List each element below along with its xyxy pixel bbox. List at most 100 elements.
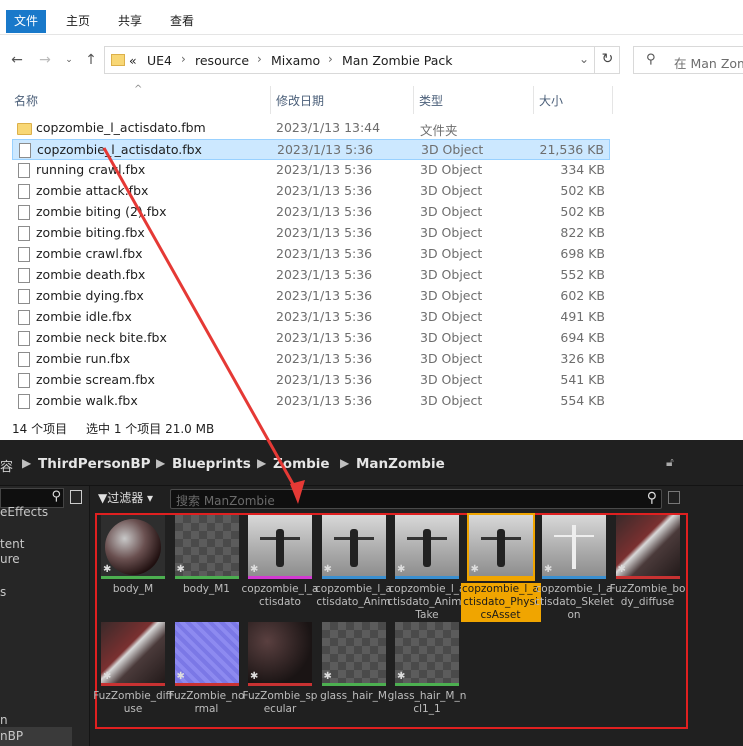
source-folder-item[interactable]: eEffects [0,505,48,519]
chevron-right-icon: › [328,52,333,66]
address-crumb-0[interactable]: « [129,53,137,68]
chevron-right-icon[interactable]: ▶ [340,456,349,470]
asset-star-icon: ✱ [176,564,185,575]
file-row[interactable]: zombie death.fbx 2023/1/13 5:36 3D Object 5… [12,265,610,286]
file-date: 2023/1/13 5:36 [276,246,373,261]
file-size: 326 KB [560,351,605,366]
address-dropdown-icon[interactable]: ⌄ [579,52,589,66]
file-size: 698 KB [560,246,605,261]
asset-search-input[interactable]: 搜索 ManZombie ⚲ [170,489,662,509]
lock-icon[interactable]: 🔓︎ [666,455,680,469]
ue-crumb-0[interactable]: ThirdPersonBP [38,456,151,472]
file-icon [18,289,30,304]
save-search-icon[interactable] [668,491,680,504]
address-crumb-4[interactable]: Man Zombie Pack [342,53,453,68]
file-row[interactable]: zombie attack.fbx 2023/1/13 5:36 3D Object… [12,181,610,202]
sort-up-icon: ^ [134,84,143,95]
asset-type-color-bar [468,576,533,579]
file-row[interactable]: zombie biting (2).fbx 2023/1/13 5:36 3D Ob… [12,202,610,223]
file-row[interactable]: zombie dying.fbx 2023/1/13 5:36 3D Object 6… [12,286,610,307]
file-row[interactable]: copzombie_l_actisdato.fbm 2023/1/13 13:44… [12,118,610,139]
forward-arrow-icon[interactable]: → [36,51,54,69]
column-size[interactable]: 大小 [539,92,563,109]
file-date: 2023/1/13 5:36 [276,372,373,387]
file-row[interactable]: zombie run.fbx 2023/1/13 5:36 3D Object 326… [12,349,610,370]
source-folder-item[interactable]: n [0,713,8,727]
file-row[interactable]: zombie walk.fbx 2023/1/13 5:36 3D Object 55… [12,391,610,412]
asset-label: FuzZombie_normal [168,690,245,715]
ue-crumb-1[interactable]: Blueprints [172,456,251,472]
ribbon-tabs: 文件 主页 共享 查看 [0,8,743,35]
source-folder-item[interactable]: nBP [0,729,23,743]
up-arrow-icon[interactable]: ↑ [82,51,100,69]
asset-thumbnail: ✱ [248,622,312,686]
ribbon-tab-2[interactable]: 共享 [110,10,150,33]
asset-thumbnail: ✱ [101,515,165,579]
asset-star-icon: ✱ [103,671,112,682]
asset-label: body_M1 [183,583,230,595]
asset-star-icon: ✱ [544,564,553,575]
address-crumb-1[interactable]: UE4 [147,53,172,68]
file-type: 3D Object [420,288,483,303]
file-size: 552 KB [560,267,605,282]
asset-type-color-bar [321,576,386,579]
ribbon-tab-0[interactable]: 文件 [6,10,46,33]
filter-button[interactable]: ▼过滤器 ▾ [98,489,164,507]
source-folder-item[interactable]: ure [0,552,20,566]
chevron-right-icon[interactable]: ▶ [257,456,266,470]
asset-type-color-bar [395,576,459,579]
sources-search-icon: ⚲ [51,489,61,504]
address-crumb-3[interactable]: Mixamo [271,53,320,68]
file-icon [18,268,30,283]
ue-crumb-3[interactable]: ManZombie [356,456,445,472]
back-arrow-icon[interactable]: ← [8,51,26,69]
chevron-right-icon[interactable]: ▶ [22,456,31,470]
file-type: 3D Object [420,372,483,387]
address-bar[interactable]: « UE4 › resource › Mixamo › Man Zombie Pack ⌄ [104,46,620,74]
column-name[interactable]: 名称 [14,92,38,109]
file-name: running crawl.fbx [36,162,146,177]
file-name: zombie scream.fbx [36,372,155,387]
ribbon-tab-1[interactable]: 主页 [58,10,98,33]
file-type: 3D Object [420,162,483,177]
chevron-right-icon: › [257,52,262,66]
asset-type-color-bar [101,683,165,686]
file-size: 21,536 KB [539,142,604,157]
recent-chevron-icon[interactable]: ⌄ [60,51,78,69]
refresh-icon[interactable]: ↻ [594,46,620,74]
file-row[interactable]: running crawl.fbx 2023/1/13 5:36 3D Object… [12,160,610,181]
search-input[interactable]: ⚲ 在 Man Zom [633,46,743,74]
file-type: 3D Object [420,351,483,366]
file-size: 541 KB [560,372,605,387]
ribbon-tab-3[interactable]: 查看 [162,10,202,33]
file-name: zombie biting (2).fbx [36,204,167,219]
folder-icon [17,123,32,135]
file-row[interactable]: zombie neck bite.fbx 2023/1/13 5:36 3D Obj… [12,328,610,349]
asset-label: glass_hair_M_ncl1_1 [387,690,467,715]
file-row[interactable]: zombie idle.fbx 2023/1/13 5:36 3D Object 49… [12,307,610,328]
file-type: 3D Object [420,393,483,408]
chevron-right-icon[interactable]: ▶ [156,456,165,470]
file-row[interactable]: zombie scream.fbx 2023/1/13 5:36 3D Object… [12,370,610,391]
address-crumb-2[interactable]: resource [195,53,249,68]
ue-crumb-2[interactable]: Zombie [273,456,330,472]
sources-view-icon[interactable] [70,490,82,504]
source-folder-item[interactable]: s [0,585,6,599]
file-name: zombie walk.fbx [36,393,138,408]
asset-type-color-bar [248,683,312,686]
asset-type-color-bar [101,576,165,579]
asset-label: copzombie_l_actisdato_PhysicsAsset [460,583,541,622]
column-date[interactable]: 修改日期 [276,92,324,109]
status-bar: 14 个项目 选中 1 个项目 21.0 MB [0,416,743,440]
asset-thumbnail: ✱ [321,515,386,579]
file-type: 文件夹 [420,123,458,138]
file-row[interactable]: zombie crawl.fbx 2023/1/13 5:36 3D Object 6… [12,244,610,265]
file-size: 602 KB [560,288,605,303]
source-folder-item[interactable]: tent [0,537,24,551]
asset-thumbnail: ✱ [174,622,239,686]
column-header: 名称 ^ 修改日期 类型 大小 [0,84,743,114]
file-row[interactable]: zombie biting.fbx 2023/1/13 5:36 3D Object… [12,223,610,244]
file-row[interactable]: copzombie_l_actisdato.fbx 2023/1/13 5:36 3… [12,139,610,160]
asset-label: copzombie_l_actisdato_Anim_Take [387,583,467,621]
column-type[interactable]: 类型 [419,92,443,109]
